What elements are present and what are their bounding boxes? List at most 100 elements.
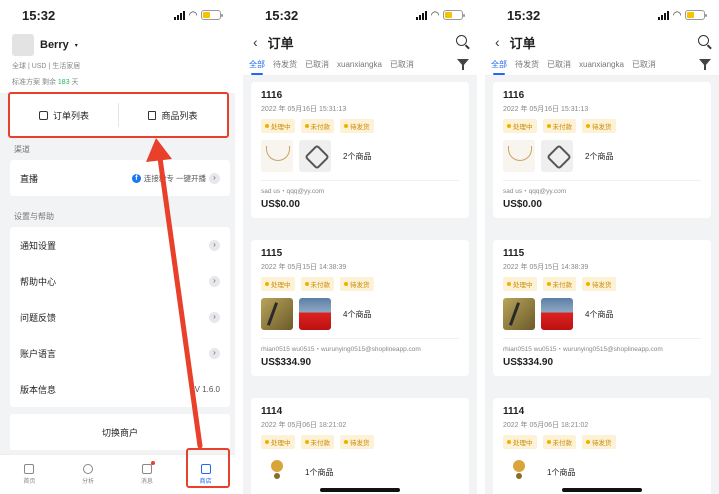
home-indicator <box>320 488 400 492</box>
signal-icon <box>174 10 186 20</box>
filter-funnel-icon[interactable] <box>457 59 469 70</box>
status-bar: 15:32 ◠ <box>485 0 719 30</box>
order-card[interactable]: 1116 2022 年 05月16日 15:31:13 处理中 未付款 待发货 … <box>493 82 711 218</box>
help-center-row[interactable]: 帮助中心 › <box>10 263 230 299</box>
orders-navbar: ‹ 订单 <box>485 30 719 54</box>
tab-analytics[interactable]: 分析 <box>59 455 118 494</box>
account-meta: 全球 | USD | 生活家居 <box>12 63 81 70</box>
product-thumbnail <box>541 298 573 330</box>
signal-icon <box>416 10 428 20</box>
caret-down-icon: ▾ <box>74 42 78 49</box>
page-title: 订单 <box>267 35 294 51</box>
product-thumbnail <box>261 140 293 172</box>
product-thumbnail <box>541 140 573 172</box>
status-badge: 待发货 <box>582 119 616 133</box>
switch-merchant-button[interactable]: 切换商户 <box>10 414 230 450</box>
status-badge: 未付款 <box>300 435 334 449</box>
back-arrow-icon[interactable]: ‹ <box>253 34 258 50</box>
channels-card: 直播 f 连接粉专 一键开播 › <box>10 160 230 196</box>
quick-actions: 订单列表 商品列表 <box>8 92 229 138</box>
shopping-bag-icon <box>148 110 157 120</box>
tab-home[interactable]: 首页 <box>0 455 59 494</box>
status-badge: 未付款 <box>542 435 576 449</box>
status-badge: 处理中 <box>503 277 537 291</box>
tab-cancelled-2[interactable]: 已取消 <box>632 59 656 70</box>
search-icon[interactable] <box>698 35 709 46</box>
account-name: Berry <box>40 39 69 51</box>
status-badge: 待发货 <box>582 277 616 291</box>
back-arrow-icon[interactable]: ‹ <box>495 34 500 50</box>
signal-icon <box>658 10 670 20</box>
wifi-icon: ◠ <box>673 9 681 21</box>
status-bar: 15:32 ◠ <box>243 0 477 30</box>
tab-all[interactable]: 全部 <box>491 59 507 75</box>
tab-cancelled[interactable]: 已取消 <box>547 59 571 70</box>
store-screen: 15:32 ◠ Berry ▾ 全球 | USD | 生活家居 标准方案 剩余 … <box>0 0 235 494</box>
version-row: 版本信息 V 1.6.0 <box>20 384 220 395</box>
status-badge: 处理中 <box>503 119 537 133</box>
order-card[interactable]: 1116 2022 年 05月16日 15:31:13 处理中 未付款 待发货 … <box>251 82 469 218</box>
account-switcher[interactable]: Berry ▾ <box>12 32 223 58</box>
status-badge: 待发货 <box>340 277 374 291</box>
analytics-pie-icon <box>83 464 94 474</box>
order-card[interactable]: 1115 2022 年 05月15日 14:38:39 处理中 未付款 待发货 … <box>251 240 469 376</box>
tab-xuanxiangka[interactable]: xuanxiangka <box>579 60 624 69</box>
product-list-button[interactable]: 商品列表 <box>119 100 227 130</box>
feedback-row[interactable]: 问题反馈 › <box>10 299 230 335</box>
status-badge: 处理中 <box>261 119 295 133</box>
status-badge: 未付款 <box>542 119 576 133</box>
product-thumbnail <box>503 456 535 488</box>
tab-cancelled[interactable]: 已取消 <box>305 59 329 70</box>
battery-icon <box>201 10 223 20</box>
facebook-icon: f <box>131 173 141 183</box>
order-doc-icon <box>38 110 48 120</box>
product-thumbnail <box>299 140 331 172</box>
status-time: 15:32 <box>265 7 299 23</box>
search-icon[interactable] <box>456 35 467 46</box>
home-grid-icon <box>24 464 35 474</box>
order-card[interactable]: 1114 2022 年 05月06日 18:21:02 处理中 未付款 待发货 … <box>493 398 711 494</box>
version-value: V 1.6.0 <box>194 384 220 394</box>
status-bar: 15:32 ◠ <box>0 0 235 30</box>
tab-to-ship[interactable]: 待发货 <box>515 59 539 70</box>
store-tab-highlight <box>186 448 230 488</box>
tab-to-ship[interactable]: 待发货 <box>273 59 297 70</box>
account-language-row[interactable]: 账户语言 › <box>10 335 230 371</box>
home-indicator <box>562 488 642 492</box>
order-list-button[interactable]: 订单列表 <box>10 100 118 130</box>
filter-funnel-icon[interactable] <box>699 59 711 70</box>
product-thumbnail <box>299 298 331 330</box>
status-time: 15:32 <box>507 7 541 23</box>
order-status-tabs: 全部 待发货 已取消 xuanxiangka 已取消 <box>485 54 719 76</box>
status-time: 15:32 <box>22 7 56 23</box>
tab-messages[interactable]: 消息 <box>118 455 177 494</box>
status-badge: 未付款 <box>542 277 576 291</box>
status-badge: 处理中 <box>503 435 537 449</box>
live-row[interactable]: 直播 f 连接粉专 一键开播 › <box>10 160 230 196</box>
tab-all[interactable]: 全部 <box>249 59 265 75</box>
order-card[interactable]: 1115 2022 年 05月15日 14:38:39 处理中 未付款 待发货 … <box>493 240 711 376</box>
tab-cancelled-2[interactable]: 已取消 <box>390 59 414 70</box>
orders-screen: 15:32 ◠ ‹ 订单 全部 待发货 已取消 xuanxiangka 已取消 … <box>485 0 719 494</box>
tab-xuanxiangka[interactable]: xuanxiangka <box>337 60 382 69</box>
order-card[interactable]: 1114 2022 年 05月06日 18:21:02 处理中 未付款 待发货 … <box>251 398 469 494</box>
wifi-icon: ◠ <box>189 9 197 21</box>
status-badge: 待发货 <box>340 435 374 449</box>
message-icon <box>141 464 152 474</box>
notification-settings-row[interactable]: 通知设置 › <box>10 227 230 263</box>
status-badge: 未付款 <box>300 119 334 133</box>
notification-dot <box>150 461 155 465</box>
status-badge: 待发货 <box>582 435 616 449</box>
settings-title: 设置与帮助 <box>14 212 54 221</box>
status-badge: 处理中 <box>261 277 295 291</box>
orders-screen: 15:32 ◠ ‹ 订单 全部 待发货 已取消 xuanxiangka 已取消 … <box>243 0 477 494</box>
status-badge: 处理中 <box>261 435 295 449</box>
chevron-right-icon: › <box>209 239 220 251</box>
order-status-tabs: 全部 待发货 已取消 xuanxiangka 已取消 <box>243 54 477 76</box>
status-badge: 未付款 <box>300 277 334 291</box>
status-badge: 待发货 <box>340 119 374 133</box>
product-thumbnail <box>503 140 535 172</box>
settings-card: 通知设置 › 帮助中心 › 问题反馈 › 账户语言 › 版本信息 V 1.6.0 <box>10 227 230 407</box>
plan-info: 标准方案 剩余 183 天 <box>12 79 79 86</box>
battery-icon <box>685 10 707 20</box>
